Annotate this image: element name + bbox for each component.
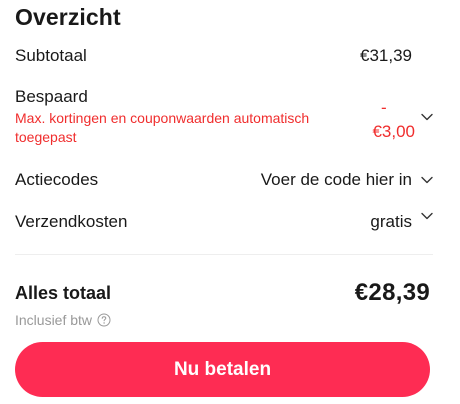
total-label: Alles totaal [15, 283, 112, 303]
subtotal-value: €31,39 [360, 46, 412, 65]
subtotal-label: Subtotaal [15, 46, 87, 65]
saved-value-sign: - [381, 98, 387, 117]
saved-chevron-down-icon[interactable] [420, 110, 434, 124]
saved-value[interactable]: - €3,00 [365, 96, 415, 144]
total-value: €28,39 [354, 279, 430, 306]
question-circle-icon[interactable] [97, 313, 111, 327]
shipping-chevron-down-icon[interactable] [420, 209, 434, 223]
promo-chevron-down-icon[interactable] [420, 173, 434, 187]
promo-code-input-trigger[interactable]: Voer de code hier in [261, 170, 412, 190]
shipping-label: Verzendkosten [15, 212, 128, 231]
divider [15, 254, 433, 255]
saved-note: Max. kortingen en couponwaarden automati… [15, 110, 310, 145]
order-overview-panel: Overzicht Subtotaal €31,39 Bespaard Max.… [15, 0, 433, 404]
saved-value-amount: €3,00 [372, 122, 415, 141]
tax-note-text: Inclusief btw [15, 312, 93, 328]
overview-title: Overzicht [15, 4, 121, 30]
shipping-value[interactable]: gratis [370, 212, 412, 232]
promo-codes-label: Actiecodes [15, 170, 99, 189]
pay-now-button[interactable]: Nu betalen [15, 342, 430, 397]
tax-note: Inclusief btw [15, 312, 111, 328]
saved-label: Bespaard [15, 87, 88, 106]
